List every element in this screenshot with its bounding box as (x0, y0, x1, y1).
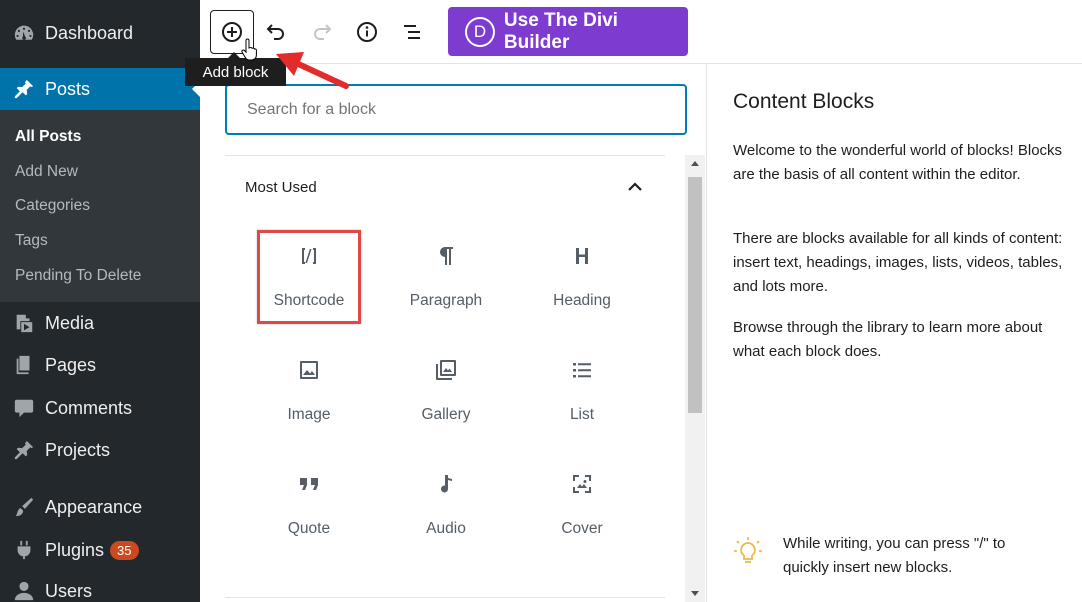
block-label: Audio (426, 520, 466, 537)
inserter-tip: While writing, you can press "/" to quic… (733, 532, 1053, 580)
sidebar-item-dashboard[interactable]: Dashboard (0, 12, 200, 54)
block-heading[interactable]: Heading (530, 228, 634, 324)
block-navigation-button[interactable] (390, 10, 434, 54)
submenu-tags[interactable]: Tags (0, 224, 200, 259)
sidebar-item-projects[interactable]: Projects (0, 429, 200, 471)
sidebar-item-label: Posts (45, 78, 91, 99)
scroll-down-arrow-icon[interactable] (685, 586, 705, 602)
sidebar-item-label: Dashboard (45, 22, 134, 43)
sidebar-item-label: Appearance (45, 496, 143, 517)
comments-icon (0, 397, 45, 419)
wordpress-editor: Dashboard Posts All Posts Add New Catego… (0, 0, 1082, 602)
sidebar-item-appearance[interactable]: Appearance (0, 486, 200, 528)
lightbulb-icon (734, 537, 762, 563)
audio-icon (434, 462, 458, 506)
image-icon (297, 348, 321, 392)
block-cover[interactable]: Cover (530, 456, 634, 552)
plugins-icon (0, 539, 45, 561)
block-paragraph[interactable]: Paragraph (394, 228, 498, 324)
info-paragraph: There are blocks available for all kinds… (733, 230, 1063, 295)
tip-text: While writing, you can press "/" to quic… (783, 535, 1006, 576)
divider (225, 597, 665, 598)
dashboard-icon (0, 22, 45, 44)
block-list[interactable]: List (530, 342, 634, 438)
submenu-all-posts[interactable]: All Posts (0, 120, 200, 155)
sidebar-item-label: Users (45, 580, 93, 601)
sidebar-item-users[interactable]: Users (0, 570, 200, 602)
block-label: Image (287, 406, 331, 423)
submenu-pending-to-delete[interactable]: Pending To Delete (0, 258, 200, 293)
use-divi-builder-button[interactable]: D Use The Divi Builder (448, 7, 688, 56)
sidebar-item-label: Plugins (45, 539, 105, 560)
pages-icon (0, 354, 45, 376)
info-paragraph: Browse through the library to learn more… (733, 319, 1043, 360)
admin-sidebar: Dashboard Posts All Posts Add New Catego… (0, 0, 200, 602)
info-paragraph: Welcome to the wonderful world of blocks… (733, 142, 1063, 183)
block-label: Gallery (421, 406, 471, 423)
paragraph-icon (434, 234, 458, 278)
sidebar-item-pages[interactable]: Pages (0, 344, 200, 386)
outline-icon (404, 25, 420, 39)
block-quote[interactable]: Quote (257, 456, 361, 552)
plugins-update-badge: 35 (110, 540, 139, 560)
block-label: Quote (287, 520, 331, 537)
submenu-add-new[interactable]: Add New (0, 155, 200, 190)
pin-icon (0, 439, 45, 461)
divi-button-label: Use The Divi Builder (503, 9, 618, 53)
annotation-arrow-icon (276, 52, 349, 89)
block-inserter-panel: Most Used Shortcode Paragraph Heading Im… (205, 64, 707, 602)
sidebar-item-comments[interactable]: Comments (0, 387, 200, 429)
brush-icon (0, 496, 45, 518)
block-label: List (569, 406, 595, 423)
sidebar-item-label: Pages (45, 354, 97, 375)
block-label: Paragraph (409, 292, 483, 309)
inserter-scrollbar[interactable] (685, 155, 705, 602)
block-label: Heading (553, 292, 611, 309)
block-label: Cover (561, 520, 603, 537)
section-title: Most Used (245, 178, 317, 196)
block-image[interactable]: Image (257, 342, 361, 438)
sidebar-item-posts[interactable]: Posts (0, 68, 200, 110)
block-info-panel: Content Blocks Welcome to the wonderful … (707, 64, 1082, 602)
block-audio[interactable]: Audio (394, 456, 498, 552)
chevron-up-icon (628, 182, 642, 191)
shortcode-highlight-box (257, 230, 361, 324)
scroll-up-arrow-icon[interactable] (685, 155, 705, 171)
divi-logo-icon: D (465, 16, 495, 47)
submenu-categories[interactable]: Categories (0, 189, 200, 224)
hand-cursor-icon (241, 38, 257, 61)
posts-submenu: All Posts Add New Categories Tags Pendin… (0, 110, 200, 302)
block-list: Most Used Shortcode Paragraph Heading Im… (225, 155, 665, 602)
scrollbar-thumb[interactable] (688, 177, 702, 413)
block-gallery[interactable]: Gallery (394, 342, 498, 438)
quote-icon (297, 462, 321, 506)
list-icon (570, 348, 594, 392)
info-icon (357, 22, 377, 42)
sidebar-item-label: Media (45, 312, 95, 333)
sidebar-item-label: Comments (45, 397, 133, 418)
users-icon (0, 580, 45, 602)
media-icon (0, 312, 45, 334)
sidebar-item-label: Projects (45, 439, 111, 460)
redo-icon (314, 24, 332, 40)
undo-icon (266, 24, 284, 40)
gallery-icon (434, 348, 458, 392)
most-used-panel-toggle[interactable]: Most Used (225, 156, 665, 218)
sidebar-item-plugins[interactable]: Plugins 35 (0, 529, 200, 571)
pin-icon (0, 78, 45, 100)
cover-icon (570, 462, 594, 506)
heading-icon (570, 234, 594, 278)
info-title: Content Blocks (733, 90, 875, 113)
sidebar-item-media[interactable]: Media (0, 302, 200, 344)
